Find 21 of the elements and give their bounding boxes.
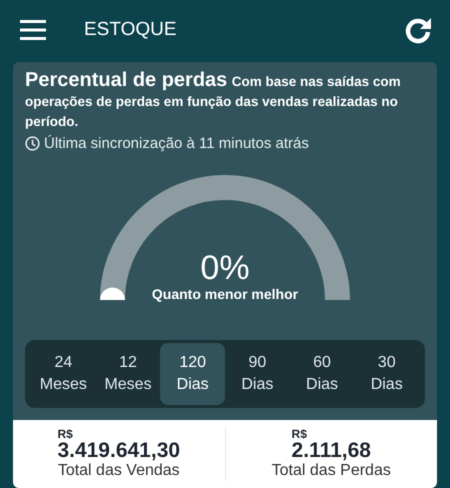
total-label: Total das Perdas <box>272 462 391 480</box>
gauge-marker <box>100 288 125 300</box>
card-description: Percentual de perdas Com base nas saídas com operações de perdas em função das vendas realizadas no período. <box>25 70 402 131</box>
period-tab[interactable]: 30 Dias <box>354 343 420 405</box>
clock-icon <box>25 136 40 151</box>
menu-icon[interactable] <box>20 20 46 40</box>
period-tab[interactable]: 12 Meses <box>96 343 160 405</box>
app-title: ESTOQUE <box>84 19 178 41</box>
currency-symbol: R$ <box>292 428 308 440</box>
period-tab[interactable]: 60 Dias <box>290 343 354 405</box>
total-label: Total das Vendas <box>58 462 180 480</box>
period-tab[interactable]: 90 Dias <box>225 343 290 405</box>
gauge-caption: Quanto menor melhor <box>152 286 298 302</box>
total-amount: 2.111,68 <box>292 440 371 462</box>
gauge-value: 0% <box>200 250 250 286</box>
total-amount: 3.419.641,30 <box>57 440 180 462</box>
refresh-icon[interactable] <box>404 16 432 44</box>
period-tab[interactable]: 24 Meses <box>31 343 96 405</box>
sync-status: Última sincronização à 11 minutos atrás <box>44 135 309 152</box>
currency-symbol: R$ <box>57 428 74 440</box>
period-tab[interactable]: 120 Dias <box>160 343 226 405</box>
